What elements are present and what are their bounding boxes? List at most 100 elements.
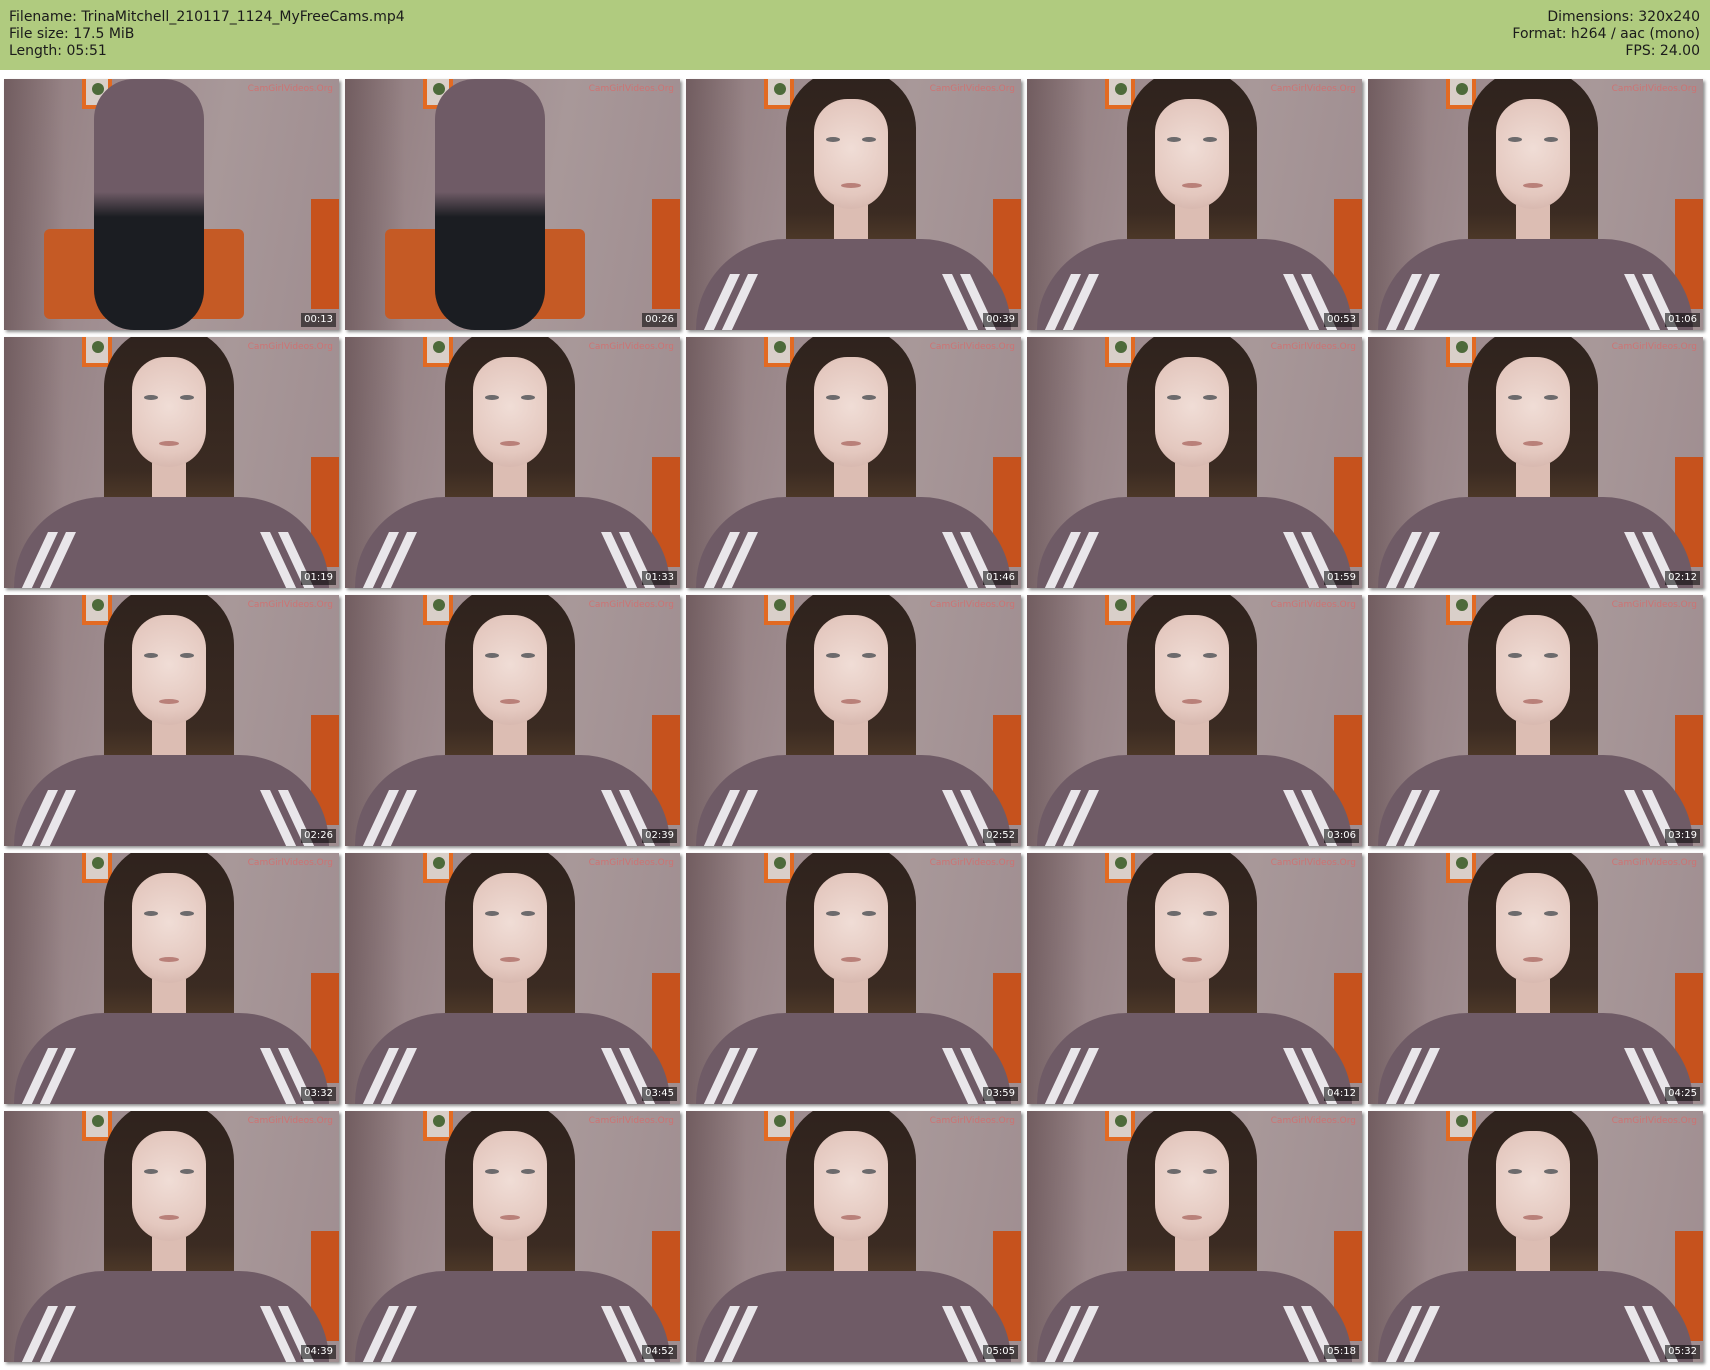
video-frame-thumbnail[interactable]: CamGirlVideos.Org 03:06 [1027, 595, 1362, 846]
frame-timestamp: 01:33 [642, 571, 677, 585]
frame-face [814, 99, 888, 209]
frame-shelf [82, 1111, 112, 1141]
video-frame-thumbnail[interactable]: CamGirlVideos.Org 00:13 [4, 79, 339, 330]
frame-lips [841, 699, 861, 704]
thumbnail-grid: CamGirlVideos.Org 00:13 CamGirlVideos.Org 0… [4, 79, 1706, 1362]
frame-eye [1508, 137, 1522, 142]
frame-eye [144, 1169, 158, 1174]
frame-eye [862, 1169, 876, 1174]
video-frame-thumbnail[interactable]: CamGirlVideos.Org 02:12 [1368, 337, 1703, 588]
filesize-value: 17.5 MiB [73, 26, 135, 42]
metadata-header: Filename: TrinaMitchell_210117_1124_MyFr… [0, 0, 1710, 70]
frame-shelf [1446, 337, 1476, 367]
frame-watermark: CamGirlVideos.Org [929, 1116, 1015, 1126]
format-value: h264 / aac (mono) [1570, 26, 1700, 42]
frame-face [814, 357, 888, 467]
video-frame-thumbnail[interactable]: CamGirlVideos.Org 05:32 [1368, 1111, 1703, 1362]
frame-plant [1115, 341, 1127, 353]
frame-lips [500, 957, 520, 962]
video-frame-thumbnail[interactable]: CamGirlVideos.Org 01:46 [686, 337, 1021, 588]
format-label: Format: [1512, 26, 1567, 42]
frame-eye [1544, 653, 1558, 658]
frame-eye [1203, 911, 1217, 916]
frame-lips [159, 699, 179, 704]
frame-watermark: CamGirlVideos.Org [247, 1116, 333, 1126]
video-frame-thumbnail[interactable]: CamGirlVideos.Org 02:26 [4, 595, 339, 846]
video-frame-thumbnail[interactable]: CamGirlVideos.Org 05:18 [1027, 1111, 1362, 1362]
frame-eye [826, 911, 840, 916]
frame-eye [1203, 395, 1217, 400]
frame-eye [862, 395, 876, 400]
frame-face [1155, 1131, 1229, 1241]
frame-plant [1115, 599, 1127, 611]
frame-watermark: CamGirlVideos.Org [588, 600, 674, 610]
frame-face [473, 873, 547, 983]
frame-eye [1508, 911, 1522, 916]
frame-watermark: CamGirlVideos.Org [588, 858, 674, 868]
length-value: 05:51 [66, 43, 107, 59]
frame-face [1496, 99, 1570, 209]
video-frame-thumbnail[interactable]: CamGirlVideos.Org 01:19 [4, 337, 339, 588]
filename-line: Filename: TrinaMitchell_210117_1124_MyFr… [9, 9, 405, 26]
frame-plant [774, 857, 786, 869]
frame-watermark: CamGirlVideos.Org [929, 342, 1015, 352]
frame-eye [180, 395, 194, 400]
frame-shelf [1105, 853, 1135, 883]
frame-chair [652, 199, 680, 309]
video-frame-thumbnail[interactable]: CamGirlVideos.Org 00:53 [1027, 79, 1362, 330]
frame-shelf [1105, 337, 1135, 367]
frame-eye [180, 1169, 194, 1174]
frame-timestamp: 00:13 [301, 313, 336, 327]
video-frame-thumbnail[interactable]: CamGirlVideos.Org 04:39 [4, 1111, 339, 1362]
frame-eye [1167, 911, 1181, 916]
frame-watermark: CamGirlVideos.Org [247, 858, 333, 868]
frame-lips [1523, 699, 1543, 704]
frame-lips [159, 957, 179, 962]
video-frame-thumbnail[interactable]: CamGirlVideos.Org 01:59 [1027, 337, 1362, 588]
video-frame-thumbnail[interactable]: CamGirlVideos.Org 00:26 [345, 79, 680, 330]
video-frame-thumbnail[interactable]: CamGirlVideos.Org 03:19 [1368, 595, 1703, 846]
frame-lips [841, 1215, 861, 1220]
frame-timestamp: 00:26 [642, 313, 677, 327]
frame-eye [1508, 1169, 1522, 1174]
video-frame-thumbnail[interactable]: CamGirlVideos.Org 04:52 [345, 1111, 680, 1362]
frame-watermark: CamGirlVideos.Org [1270, 84, 1356, 94]
frame-face [473, 615, 547, 725]
frame-plant [1456, 857, 1468, 869]
frame-plant [1456, 1115, 1468, 1127]
frame-shelf [423, 595, 453, 625]
frame-timestamp: 01:06 [1665, 313, 1700, 327]
frame-eye [485, 1169, 499, 1174]
frame-plant [774, 599, 786, 611]
frame-eye [485, 395, 499, 400]
frame-eye [826, 395, 840, 400]
frame-timestamp: 02:52 [983, 829, 1018, 843]
video-frame-thumbnail[interactable]: CamGirlVideos.Org 02:52 [686, 595, 1021, 846]
video-frame-thumbnail[interactable]: CamGirlVideos.Org 02:39 [345, 595, 680, 846]
frame-watermark: CamGirlVideos.Org [588, 1116, 674, 1126]
frame-eye [1167, 137, 1181, 142]
frame-lips [500, 699, 520, 704]
video-frame-thumbnail[interactable]: CamGirlVideos.Org 01:33 [345, 337, 680, 588]
frame-eye [1203, 137, 1217, 142]
frame-lips [1523, 441, 1543, 446]
video-frame-thumbnail[interactable]: CamGirlVideos.Org 03:32 [4, 853, 339, 1104]
frame-plant [433, 599, 445, 611]
video-frame-thumbnail[interactable]: CamGirlVideos.Org 04:12 [1027, 853, 1362, 1104]
video-frame-thumbnail[interactable]: CamGirlVideos.Org 01:06 [1368, 79, 1703, 330]
frame-plant [92, 599, 104, 611]
frame-lips [1182, 441, 1202, 446]
frame-timestamp: 01:46 [983, 571, 1018, 585]
frame-plant [1115, 83, 1127, 95]
frame-person-side [435, 79, 545, 330]
video-frame-thumbnail[interactable]: CamGirlVideos.Org 05:05 [686, 1111, 1021, 1362]
fps-label: FPS: [1625, 43, 1656, 59]
video-frame-thumbnail[interactable]: CamGirlVideos.Org 00:39 [686, 79, 1021, 330]
frame-timestamp: 03:32 [301, 1087, 336, 1101]
video-frame-thumbnail[interactable]: CamGirlVideos.Org 03:45 [345, 853, 680, 1104]
video-frame-thumbnail[interactable]: CamGirlVideos.Org 04:25 [1368, 853, 1703, 1104]
video-frame-thumbnail[interactable]: CamGirlVideos.Org 03:59 [686, 853, 1021, 1104]
frame-timestamp: 03:19 [1665, 829, 1700, 843]
frame-eye [180, 653, 194, 658]
frame-shelf [1446, 853, 1476, 883]
